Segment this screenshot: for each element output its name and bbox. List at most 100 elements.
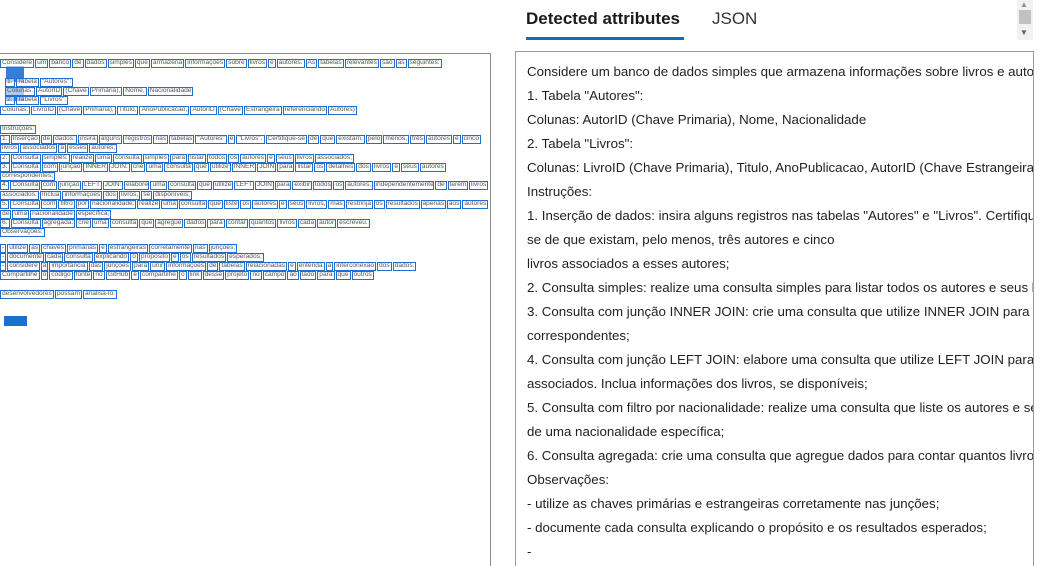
ocr-word-box: estrangeiras — [107, 244, 149, 253]
ocr-word-box: dos — [103, 191, 118, 200]
ocr-word-box: para — [169, 154, 188, 163]
ocr-word-box: primárias — [66, 244, 99, 253]
detected-text-line: - utilize as chaves primárias e estrange… — [527, 496, 940, 511]
ocr-word-box: um — [35, 59, 49, 68]
tab-json[interactable]: JSON — [712, 0, 757, 40]
ocr-word-box: livros — [247, 59, 268, 68]
ocr-word-box: 5. — [0, 200, 10, 209]
ocr-word-box: Estrangeira — [243, 106, 282, 115]
tab-detected-attributes[interactable]: Detected attributes — [526, 0, 684, 40]
detected-text-line: Instruções: — [527, 184, 593, 199]
ocr-word-box: AnoPublicacao, — [139, 106, 190, 115]
detected-text-line: 5. Consulta com filtro por nacionalidade… — [527, 400, 1033, 415]
ocr-word-box: INNER — [231, 163, 257, 172]
ocr-word-box: nacionalidade — [30, 210, 75, 219]
ocr-word-box: pelo — [365, 135, 383, 144]
ocr-word-box: informações — [185, 59, 226, 68]
ocr-word-box: "Livros": — [39, 96, 69, 105]
ocr-word-box: "Autores" — [195, 135, 227, 144]
scroll-thumb[interactable] — [1019, 10, 1031, 24]
ocr-word-box: Colunas: — [5, 87, 36, 96]
ocr-word-box: considere — [7, 262, 40, 271]
ocr-word-box: referenciando — [282, 106, 327, 115]
ocr-word-box: exibir — [292, 181, 312, 190]
ocr-word-box: Compartilhe — [0, 271, 40, 280]
ocr-word-box: 4. — [0, 181, 10, 190]
ocr-word-box: associados. — [0, 191, 39, 200]
ocr-word-box: junção — [59, 163, 83, 172]
ocr-word-box: relacionadas — [245, 262, 288, 271]
ocr-word-box: Considere — [0, 59, 35, 68]
ocr-word-box: AutorID — [190, 106, 217, 115]
ocr-word-box: simples — [107, 59, 134, 68]
ocr-word-box: e — [131, 271, 139, 280]
ocr-word-box: corretamente — [149, 244, 192, 253]
ocr-word-box: correspondentes; — [0, 172, 55, 181]
ocr-line: Instruções: — [0, 125, 37, 134]
ocr-word-box: que — [193, 163, 209, 172]
ocr-word-box: AutorID — [36, 87, 63, 96]
ocr-word-box: para — [131, 262, 150, 271]
ocr-word-box: agregada: — [41, 219, 76, 228]
ocr-word-box: INNER — [83, 163, 108, 172]
ocr-word-box: que — [207, 200, 223, 209]
ocr-word-box: livros, — [119, 191, 141, 200]
ocr-word-box: propósito — [138, 253, 171, 262]
ocr-word-box: Consulta — [10, 154, 41, 163]
ocr-word-box: o — [178, 271, 187, 280]
ocr-word-box: e — [278, 200, 287, 209]
ocr-word-box: 2. — [0, 154, 10, 163]
ocr-word-box: dados: — [53, 135, 77, 144]
ocr-word-box: (Chave — [217, 106, 243, 115]
ocr-word-box: Certifique-se — [265, 135, 307, 144]
ocr-word-box: Consulta — [10, 200, 41, 209]
ocr-word-box: possam — [54, 290, 82, 299]
ocr-word-box: de — [72, 59, 84, 68]
ocr-word-box: Autores) — [328, 106, 357, 115]
ocr-word-box: para — [277, 163, 295, 172]
ocr-word-box: nacionalidade: — [90, 200, 136, 209]
ocr-word-box: a — [325, 262, 334, 271]
ocr-word-box: livros — [277, 219, 297, 228]
ocr-word-box: seus — [400, 163, 419, 172]
ocr-word-box: Consulta — [10, 219, 41, 228]
ocr-word-box: Primaria), — [89, 87, 123, 96]
ocr-word-box: uma — [95, 154, 112, 163]
ocr-line: 3. Consulta com junção INNER JOIN: crie uma cons… — [0, 163, 446, 172]
ocr-word-box: JOIN — [254, 181, 274, 190]
ocr-word-box: lado — [299, 271, 317, 280]
ocr-word-box: elabore — [124, 181, 150, 190]
ocr-word-box: seus — [275, 154, 294, 163]
ocr-word-box: os — [333, 181, 345, 190]
scroll-down-icon[interactable]: ▼ — [1020, 28, 1028, 37]
ocr-word-box: 1. — [0, 135, 10, 144]
ocr-word-box: específica; — [75, 210, 112, 219]
ocr-line: 1. Tabela "Autores": — [5, 78, 74, 87]
ocr-word-box: explicando — [93, 253, 130, 262]
ocr-word-box: consulta — [64, 253, 93, 262]
ocr-word-box: de — [307, 135, 320, 144]
ocr-word-box: GitHub — [105, 271, 131, 280]
ocr-word-box: todos — [207, 154, 228, 163]
ocr-word-box: por — [75, 200, 90, 209]
ocr-word-box: utilize — [7, 244, 29, 253]
ocr-word-box: de — [435, 181, 447, 190]
detected-text-line: - documente cada consulta explicando o p… — [527, 520, 987, 535]
ocr-word-box: sobre — [226, 59, 247, 68]
detected-text-line: Observações: — [527, 472, 610, 487]
ocr-word-box: existam, — [336, 135, 365, 144]
ocr-word-box: os — [179, 253, 191, 262]
ocr-word-box: associados; — [315, 154, 354, 163]
ocr-line: 5. Consulta com filtro por nacionalidade: real… — [0, 200, 488, 209]
ocr-word-box: - — [0, 244, 7, 253]
ocr-image-preview: Considere um banco de dados simples que armazen… — [0, 53, 491, 566]
detected-text-panel[interactable]: Considere um banco de dados simples que … — [515, 51, 1034, 566]
ocr-word-box: apenas — [420, 200, 446, 209]
scroll-up-icon[interactable]: ▲ — [1020, 0, 1028, 9]
ocr-word-box: - — [0, 262, 7, 271]
ocr-word-box: o — [130, 253, 138, 262]
detected-text-line: 2. Tabela "Livros": — [527, 136, 634, 151]
ocr-word-box: com — [40, 181, 57, 190]
ocr-word-box: com — [41, 200, 58, 209]
detected-text-line: correspondentes; — [527, 328, 630, 343]
